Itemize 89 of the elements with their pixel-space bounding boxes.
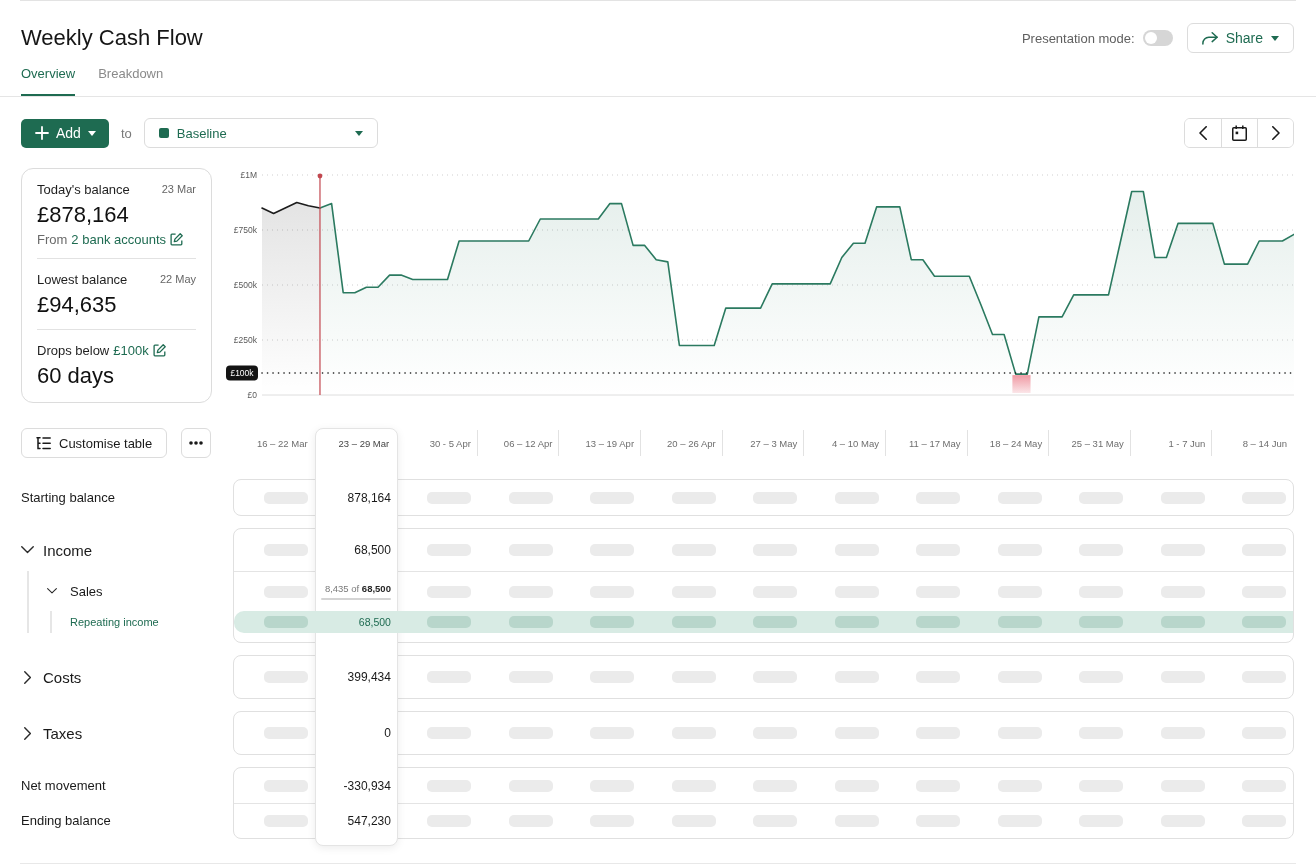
edit-icon[interactable] <box>170 232 184 246</box>
loading-placeholder <box>834 616 879 628</box>
chevron-left-icon <box>1199 126 1207 140</box>
summary-amount: £878,164 <box>37 202 130 228</box>
cell-value: 68,500 <box>358 616 391 628</box>
threshold-label: £100k <box>230 368 254 378</box>
swatch-icon <box>158 128 169 138</box>
row-label: Sales <box>70 583 103 599</box>
tab[interactable]: Overview <box>21 64 76 96</box>
chevron-down-icon[interactable] <box>47 588 57 594</box>
loading-placeholder <box>427 616 472 628</box>
chevron-right-icon[interactable] <box>23 670 32 684</box>
cell-value: 399,434 <box>347 670 391 684</box>
column-header[interactable]: 4 – 10 May <box>804 430 886 456</box>
summary-amount: £94,635 <box>37 292 118 318</box>
edit-icon[interactable] <box>152 343 166 357</box>
page-title: Weekly Cash Flow <box>21 24 203 52</box>
column-header[interactable]: 06 – 12 Apr <box>477 430 560 456</box>
loading-placeholder <box>671 616 716 628</box>
cell-value: 878,164 <box>347 490 391 505</box>
presentation-mode-label: Presentation mode: <box>1021 30 1135 46</box>
summary-label: Lowest balance <box>37 271 128 287</box>
plus-icon <box>35 126 49 140</box>
column-header[interactable]: 20 – 26 Apr <box>641 430 723 456</box>
loading-placeholder <box>1160 616 1205 628</box>
column-header[interactable]: 13 – 19 Apr <box>559 430 642 456</box>
connector-text: to <box>120 125 132 141</box>
share-button[interactable]: Share <box>1186 23 1294 53</box>
row-label: Net movement <box>21 778 106 793</box>
row-label: Repeating income <box>70 616 159 628</box>
chevron-right-icon <box>1271 126 1280 140</box>
loading-placeholder <box>916 616 961 628</box>
column-header[interactable]: 11 – 17 May <box>885 430 968 456</box>
calendar-icon <box>1232 125 1247 141</box>
axis-tick-label: £250k <box>233 335 257 345</box>
axis-tick-label: £750k <box>233 225 257 235</box>
share-arrow-icon <box>1201 31 1218 45</box>
more-icon <box>189 441 204 445</box>
threshold-badge <box>226 365 258 381</box>
cell-value: -330,934 <box>343 778 391 793</box>
below-threshold-band <box>1012 375 1031 393</box>
cell-value: 8,435 of 68,500 <box>324 583 391 594</box>
summary-label: Drops below <box>37 342 110 358</box>
row-label: Taxes <box>43 724 83 742</box>
chevron-right-icon[interactable] <box>23 726 32 740</box>
caret-icon <box>354 130 363 136</box>
add-button[interactable]: Add <box>21 118 109 148</box>
summary-link[interactable]: £100k <box>113 342 149 358</box>
column-header[interactable]: 8 – 14 Jun <box>1212 430 1294 456</box>
cell-value: 0 <box>384 726 391 740</box>
toggle-switch[interactable] <box>1142 30 1173 46</box>
loading-placeholder <box>753 616 798 628</box>
column-header[interactable]: 30 - 5 Apr <box>396 430 478 456</box>
summary-date: 22 May <box>159 273 196 285</box>
axis-tick-label: £1M <box>240 170 257 180</box>
list-tree-icon <box>36 436 51 450</box>
summary-amount: 60 days <box>37 363 116 389</box>
column-header[interactable]: 18 – 24 May <box>967 430 1050 456</box>
scenario-dropdown[interactable]: Baseline <box>143 118 378 148</box>
more-button[interactable] <box>181 428 212 458</box>
summary-date: 23 Mar <box>161 183 196 195</box>
loading-placeholder <box>264 616 309 628</box>
loading-placeholder <box>590 616 635 628</box>
loading-placeholder <box>1242 616 1286 628</box>
customise-table-button[interactable]: Customise table <box>21 428 168 458</box>
caret-icon <box>1271 35 1279 41</box>
row-label: Starting balance <box>21 490 115 505</box>
cell-value: 547,230 <box>347 814 391 828</box>
loading-placeholder <box>508 616 553 628</box>
row-label: Income <box>43 541 93 559</box>
summary-note: From <box>37 231 68 247</box>
axis-tick-label: £0 <box>247 390 257 400</box>
column-header[interactable]: 27 – 3 May <box>722 430 805 456</box>
axis-tick-label: £500k <box>233 280 257 290</box>
summary-label: Today's balance <box>37 181 130 197</box>
next-button[interactable] <box>1257 119 1293 147</box>
caret-icon <box>87 130 96 136</box>
column-header[interactable]: 16 – 22 Mar <box>233 430 315 456</box>
tab[interactable]: Breakdown <box>98 64 164 96</box>
row-label: Costs <box>43 668 82 686</box>
summary-link[interactable]: 2 bank accounts <box>71 231 167 247</box>
chevron-down-icon[interactable] <box>21 546 34 554</box>
column-header[interactable]: 23 – 29 Mar <box>314 430 397 456</box>
loading-placeholder <box>997 616 1042 628</box>
cell-value: 68,500 <box>354 543 391 557</box>
column-header[interactable]: 25 – 31 May <box>1049 430 1131 456</box>
row-label: Ending balance <box>21 813 111 828</box>
loading-placeholder <box>1079 616 1124 628</box>
column-header[interactable]: 1 - 7 Jun <box>1130 430 1213 456</box>
